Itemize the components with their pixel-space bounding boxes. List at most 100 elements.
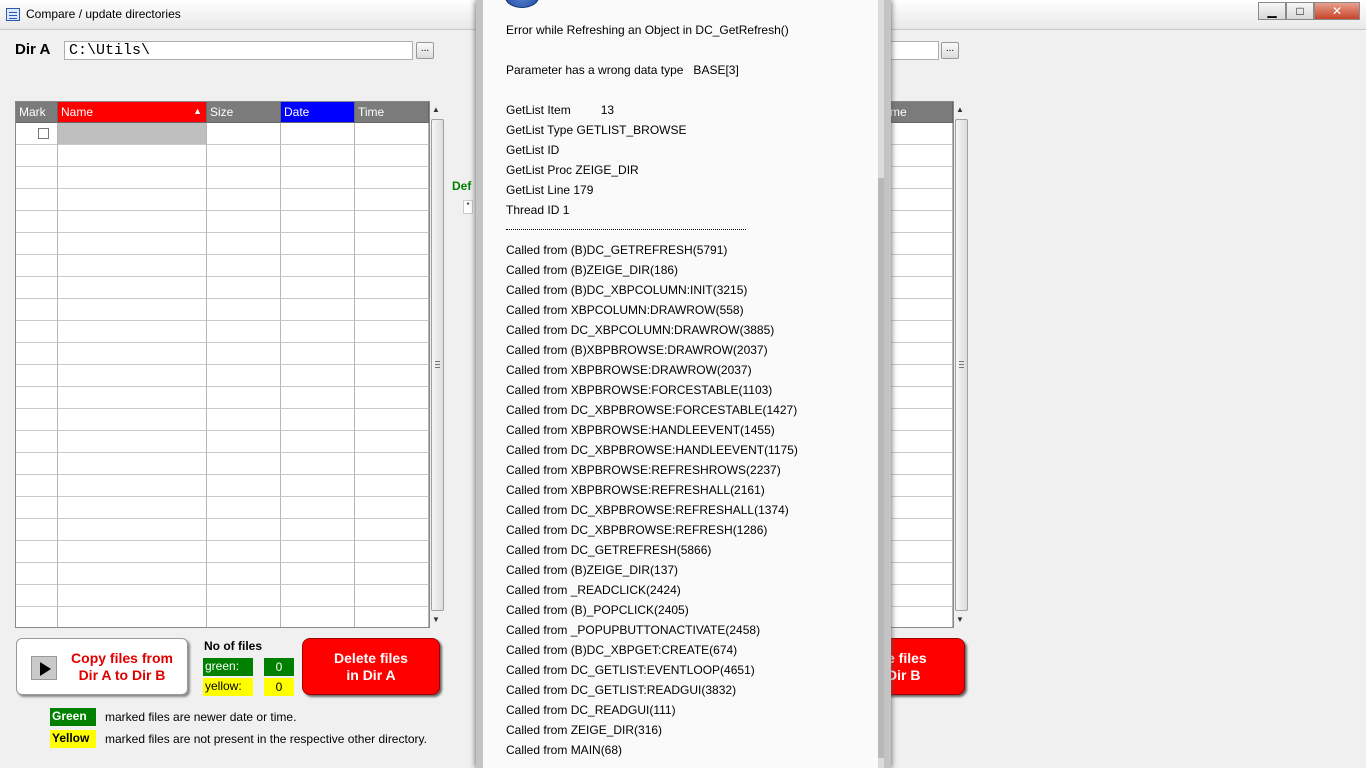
table-cell[interactable] — [355, 387, 429, 409]
table-row[interactable] — [16, 431, 429, 453]
table-row[interactable] — [887, 167, 953, 189]
table-row[interactable] — [887, 299, 953, 321]
table-row[interactable] — [887, 541, 953, 563]
dir-a-vertical-scrollbar[interactable]: ▲ ▼ — [430, 101, 446, 628]
table-cell[interactable] — [887, 475, 953, 497]
table-cell[interactable] — [16, 431, 58, 453]
table-row[interactable] — [887, 519, 953, 541]
table-cell[interactable] — [207, 321, 281, 343]
table-cell[interactable] — [281, 189, 355, 211]
table-cell[interactable] — [355, 453, 429, 475]
error-dialog-scrollbar[interactable] — [878, 0, 884, 768]
table-cell[interactable] — [207, 497, 281, 519]
delete-files-dir-a-button[interactable]: Delete files in Dir A — [302, 638, 440, 695]
table-cell[interactable] — [16, 277, 58, 299]
table-row[interactable] — [887, 453, 953, 475]
dir-b-file-grid[interactable]: me — [887, 101, 954, 628]
table-row[interactable] — [887, 145, 953, 167]
table-cell[interactable] — [58, 387, 207, 409]
table-cell[interactable] — [16, 343, 58, 365]
table-cell[interactable] — [58, 123, 207, 145]
table-row[interactable] — [887, 255, 953, 277]
table-cell[interactable] — [58, 475, 207, 497]
table-row[interactable] — [16, 387, 429, 409]
scroll-up-arrow-icon[interactable]: ▲ — [432, 105, 440, 114]
table-row[interactable] — [16, 233, 429, 255]
table-cell[interactable] — [887, 277, 953, 299]
table-cell[interactable] — [281, 145, 355, 167]
table-cell[interactable] — [207, 431, 281, 453]
table-row[interactable] — [887, 189, 953, 211]
table-cell[interactable] — [58, 321, 207, 343]
table-cell[interactable] — [887, 343, 953, 365]
table-row[interactable] — [16, 343, 429, 365]
table-cell[interactable] — [58, 365, 207, 387]
table-cell[interactable] — [16, 365, 58, 387]
scroll-down-arrow-icon[interactable]: ▼ — [956, 615, 964, 624]
table-cell[interactable] — [58, 453, 207, 475]
table-row[interactable] — [16, 321, 429, 343]
table-cell[interactable] — [281, 431, 355, 453]
table-cell[interactable] — [207, 145, 281, 167]
table-cell[interactable] — [281, 167, 355, 189]
table-row[interactable] — [887, 387, 953, 409]
table-cell[interactable] — [355, 409, 429, 431]
table-cell[interactable] — [355, 277, 429, 299]
table-row[interactable] — [16, 123, 429, 145]
table-cell[interactable] — [281, 321, 355, 343]
table-cell[interactable] — [16, 255, 58, 277]
col-header-size[interactable]: Size — [207, 102, 281, 123]
table-row[interactable] — [887, 409, 953, 431]
table-cell[interactable] — [16, 387, 58, 409]
table-cell[interactable] — [887, 541, 953, 563]
table-cell[interactable] — [58, 497, 207, 519]
table-cell[interactable] — [58, 541, 207, 563]
table-cell[interactable] — [16, 585, 58, 607]
table-row[interactable] — [16, 541, 429, 563]
table-cell[interactable] — [281, 387, 355, 409]
dir-a-file-grid[interactable]: Mark Name ▲ Size Date Time — [15, 101, 430, 628]
col-header-time-b[interactable]: me — [887, 102, 953, 123]
dir-b-scroll-thumb[interactable] — [955, 119, 968, 611]
table-cell[interactable] — [281, 585, 355, 607]
table-cell[interactable] — [16, 211, 58, 233]
table-cell[interactable] — [281, 233, 355, 255]
table-cell[interactable] — [887, 145, 953, 167]
table-cell[interactable] — [207, 365, 281, 387]
table-row[interactable] — [16, 167, 429, 189]
table-cell[interactable] — [887, 167, 953, 189]
table-cell[interactable] — [207, 453, 281, 475]
table-cell[interactable] — [281, 607, 355, 627]
table-row[interactable] — [887, 123, 953, 145]
table-row[interactable] — [16, 519, 429, 541]
delete-files-dir-b-button[interactable]: e files Dir B — [887, 638, 965, 695]
table-cell[interactable] — [207, 585, 281, 607]
table-cell[interactable] — [207, 277, 281, 299]
table-cell[interactable] — [58, 409, 207, 431]
col-header-time[interactable]: Time — [355, 102, 429, 123]
table-cell[interactable] — [207, 475, 281, 497]
table-cell[interactable] — [58, 145, 207, 167]
table-cell[interactable] — [16, 189, 58, 211]
table-cell[interactable] — [207, 387, 281, 409]
table-row[interactable] — [887, 343, 953, 365]
table-cell[interactable] — [355, 255, 429, 277]
table-row[interactable] — [16, 607, 429, 627]
middle-option-marker[interactable]: * — [463, 200, 473, 214]
dir-b-browse-button[interactable]: ... — [941, 42, 959, 59]
table-cell[interactable] — [281, 123, 355, 145]
table-cell[interactable] — [887, 211, 953, 233]
table-cell[interactable] — [281, 211, 355, 233]
table-cell[interactable] — [887, 365, 953, 387]
table-cell[interactable] — [887, 497, 953, 519]
table-cell[interactable] — [16, 497, 58, 519]
table-cell[interactable] — [355, 123, 429, 145]
table-cell[interactable] — [355, 563, 429, 585]
table-cell[interactable] — [887, 585, 953, 607]
table-cell[interactable] — [281, 519, 355, 541]
table-cell[interactable] — [281, 563, 355, 585]
table-cell[interactable] — [281, 409, 355, 431]
table-cell[interactable] — [281, 541, 355, 563]
table-cell[interactable] — [281, 277, 355, 299]
table-cell[interactable] — [16, 299, 58, 321]
